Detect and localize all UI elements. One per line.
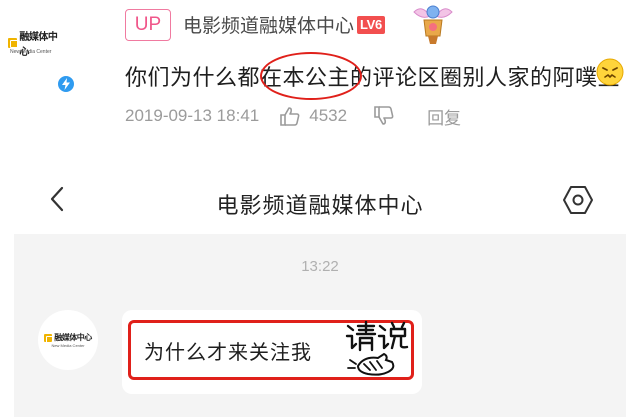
chat-avatar-logo-text: 融媒体中心 <box>54 333 92 342</box>
sender-avatar[interactable]: 融媒体中心 New Media Center <box>38 310 98 370</box>
comment-meta: 2019-09-13 18:41 4532 回复 <box>125 104 461 129</box>
like-count: 4532 <box>309 106 348 125</box>
chat-body: 13:22 融媒体中心 New Media Center 为什么才来关注我 <box>14 234 626 417</box>
chat-title: 电影频道融媒体中心 <box>216 194 424 219</box>
commenter-name[interactable]: 电影频道融媒体中心 <box>183 11 354 38</box>
settings-button[interactable] <box>560 184 596 220</box>
comment-item: 融媒体中心 New Media Center UP 电影频道融媒体中心 LV6 … <box>0 0 640 150</box>
avatar-logo-sub-row: New Media Center <box>4 38 64 57</box>
hexagon-settings-icon <box>562 185 594 219</box>
avatar-logo-subtext: New Media Center <box>10 49 52 55</box>
reply-button[interactable]: 回复 <box>427 104 461 129</box>
up-badge: UP <box>125 9 171 41</box>
chat-header: 电影频道融媒体中心 <box>0 170 640 234</box>
please-speak-sticker <box>344 320 410 378</box>
lightning-icon <box>56 74 76 94</box>
message-text: 为什么才来关注我 <box>144 340 312 364</box>
comment-text: 你们为什么都在本公主的评论区圈别人家的阿噗主 <box>125 66 621 91</box>
commenter-avatar[interactable]: 融媒体中心 New Media Center <box>4 22 76 94</box>
thumbs-down-icon[interactable] <box>373 105 395 127</box>
logo-mark-icon <box>44 333 55 344</box>
highlight-ellipse <box>260 52 362 100</box>
message-bubble[interactable]: 为什么才来关注我 <box>122 310 422 394</box>
comment-timestamp: 2019-09-13 18:41 <box>125 106 260 125</box>
chat-avatar-logo-subtext: New Media Center <box>51 343 85 348</box>
angel-medal-icon <box>410 2 456 46</box>
level-badge: LV6 <box>357 16 385 34</box>
time-divider: 13:22 <box>301 258 339 275</box>
grimace-emoji-icon <box>596 58 624 86</box>
avatar-logo-group: 融媒体中心 <box>44 332 92 344</box>
thumbs-up-icon[interactable] <box>279 105 301 127</box>
